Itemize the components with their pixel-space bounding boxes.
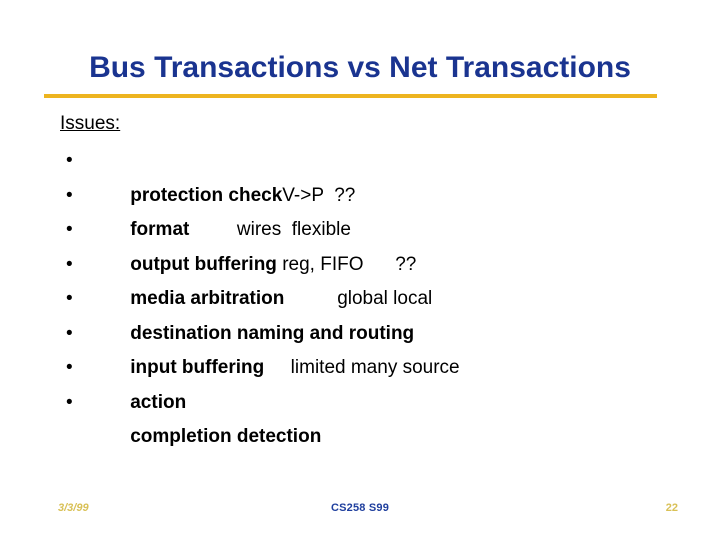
list-item: • format wires flexible — [60, 179, 680, 241]
list-item: • media arbitration global local — [60, 248, 680, 310]
bullet-icon: • — [66, 322, 73, 344]
list-item: • input buffering limited many source — [60, 317, 680, 379]
list-item: • action — [60, 351, 680, 413]
list-item: • destination naming and routing — [60, 282, 680, 344]
bullet-icon: • — [66, 391, 73, 413]
bullet-term: completion detection — [130, 426, 322, 447]
bullet-icon: • — [66, 288, 73, 309]
slide-body: Issues: • protection checkV->P ?? • format… — [60, 110, 680, 448]
title-underline-rule — [44, 94, 657, 98]
page-title: Bus Transactions vs Net Transactions — [89, 51, 631, 84]
bullet-icon: • — [66, 184, 73, 206]
slide-canvas: Bus Transactions vs Net Transactions Iss… — [0, 0, 720, 540]
issues-bullet-list: • protection checkV->P ?? • format wires f… — [60, 144, 680, 448]
bullet-icon: • — [66, 150, 73, 171]
footer-page-number: 22 — [665, 502, 678, 514]
footer-course-label: CS258 S99 — [330, 502, 390, 514]
list-item: • completion detection — [60, 386, 680, 448]
list-item: • output buffering reg, FIFO ?? — [60, 213, 680, 275]
issues-heading: Issues: — [60, 113, 121, 134]
bullet-icon: • — [66, 253, 73, 275]
slide-footer: 3/3/99 CS258 S99 22 — [0, 500, 720, 522]
list-item: • protection checkV->P ?? — [60, 144, 680, 206]
bullet-icon: • — [66, 219, 73, 240]
bullet-icon: • — [66, 357, 73, 378]
